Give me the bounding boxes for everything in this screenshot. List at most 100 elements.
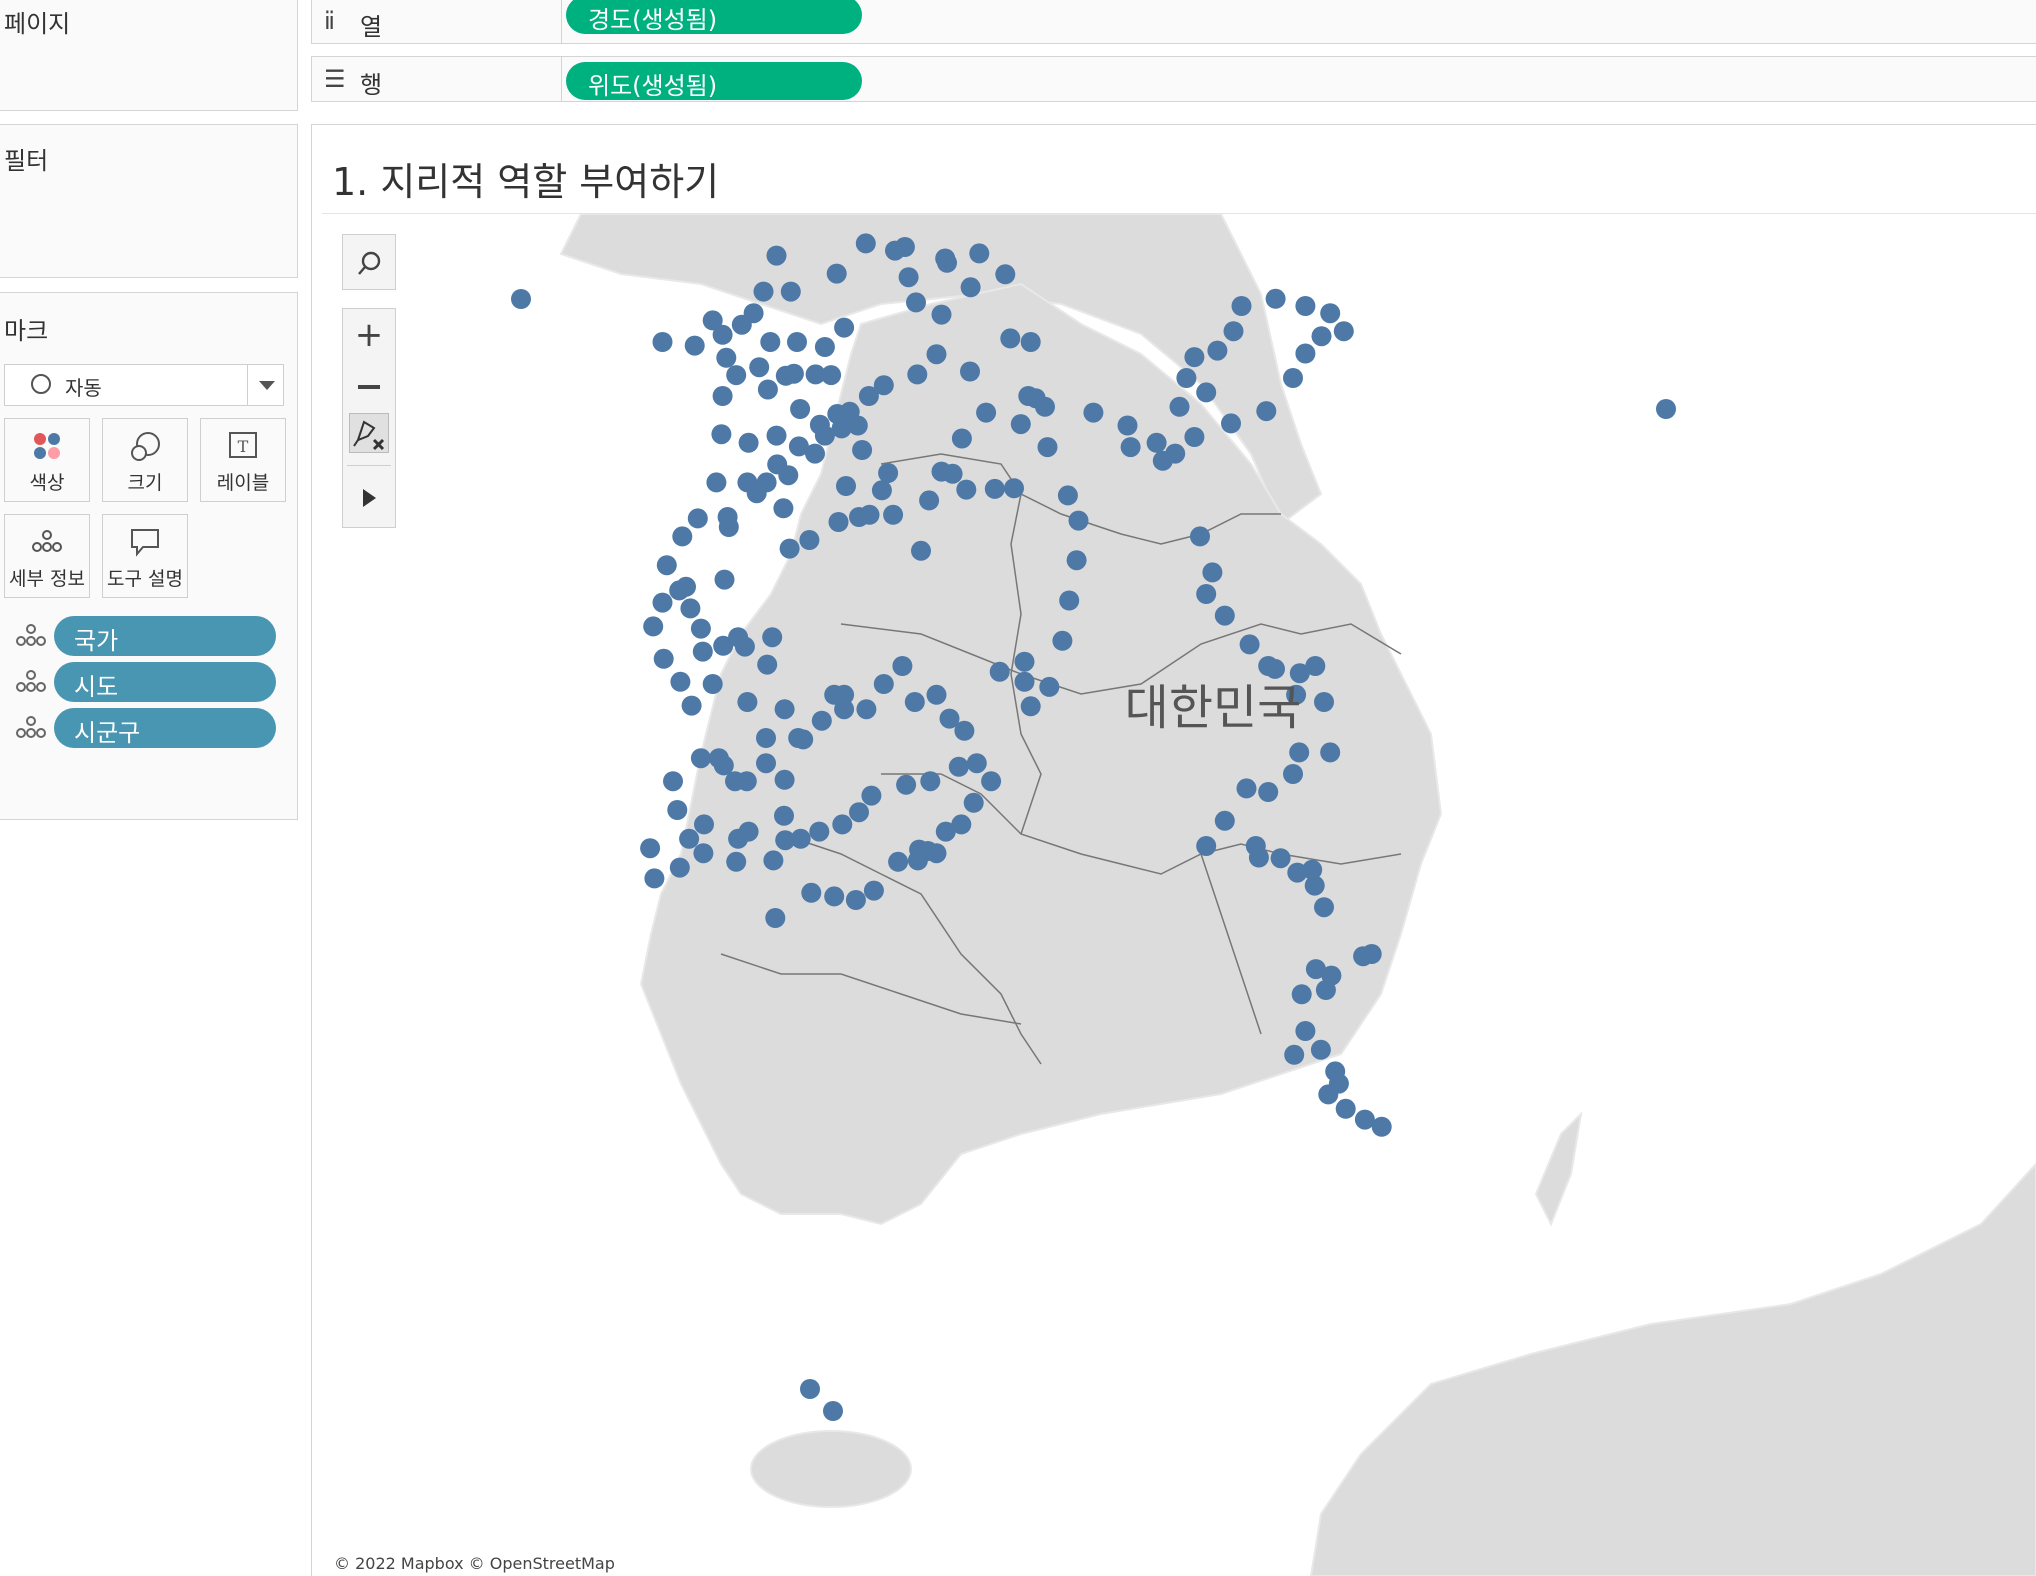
map-mark-point[interactable] (762, 627, 783, 648)
map-mark-point[interactable] (805, 364, 826, 385)
map-mark-point[interactable] (756, 728, 776, 748)
map-mark-point[interactable] (809, 821, 830, 842)
map-mark-point[interactable] (976, 402, 997, 423)
map-mark-point[interactable] (1014, 651, 1035, 672)
map-mark-point[interactable] (960, 277, 981, 298)
map-mark-point[interactable] (718, 517, 739, 537)
map-mark-point[interactable] (1283, 764, 1303, 784)
map-mark-point[interactable] (834, 699, 855, 720)
map-mark-point[interactable] (1214, 810, 1235, 831)
map-mark-point[interactable] (790, 399, 811, 419)
map-mark-point[interactable] (799, 530, 820, 550)
map-mark-point[interactable] (1020, 696, 1041, 717)
map-mark-point[interactable] (907, 364, 928, 385)
map-mark-point[interactable] (1176, 368, 1197, 388)
map-mark-point[interactable] (670, 671, 691, 692)
map-mark-point[interactable] (856, 699, 877, 720)
map-mark-point[interactable] (669, 857, 690, 878)
map-mark-point[interactable] (834, 317, 855, 338)
map-mark-point[interactable] (711, 424, 732, 445)
map-mark-point[interactable] (1184, 347, 1205, 368)
map-mark-point[interactable] (1236, 778, 1257, 799)
map-mark-point[interactable] (725, 771, 745, 792)
map-mark-point[interactable] (766, 245, 787, 266)
map-mark-point[interactable] (692, 641, 713, 662)
map-mark-point[interactable] (906, 292, 926, 313)
map-mark-point[interactable] (981, 771, 1002, 792)
map-mark-point[interactable] (951, 814, 972, 835)
map-mark-point[interactable] (779, 538, 800, 559)
map-mark-point[interactable] (800, 1379, 820, 1399)
map-mark-point[interactable] (1196, 382, 1217, 403)
map-mark-point[interactable] (989, 661, 1010, 682)
map-mark-point[interactable] (738, 432, 759, 453)
map-mark-point[interactable] (728, 627, 749, 648)
map-mark-point[interactable] (1207, 340, 1228, 361)
map-mark-point[interactable] (827, 404, 848, 424)
map-mark-point[interactable] (859, 504, 880, 525)
map-mark-point[interactable] (1190, 526, 1210, 547)
map-mark-point[interactable] (726, 365, 747, 386)
map-mark-point[interactable] (1328, 1073, 1349, 1094)
map-mark-point[interactable] (714, 569, 735, 590)
map-mark-point[interactable] (823, 1401, 843, 1421)
map-mark-point[interactable] (948, 756, 969, 777)
map-mark-point[interactable] (845, 890, 866, 910)
map-mark-point[interactable] (1270, 848, 1291, 869)
map-mark-point[interactable] (1295, 343, 1316, 364)
map-mark-point[interactable] (702, 674, 723, 694)
map-mark-point[interactable] (832, 814, 853, 835)
map-mark-point[interactable] (1083, 402, 1104, 423)
map-mark-point[interactable] (885, 240, 905, 261)
map-mark-point[interactable] (995, 264, 1016, 285)
map-mark-point[interactable] (1196, 584, 1217, 604)
map-mark-point[interactable] (793, 729, 814, 750)
mark-type-dropdown[interactable]: 자동 (4, 364, 284, 406)
map-mark-point[interactable] (935, 248, 956, 269)
map-mark-point[interactable] (858, 386, 879, 406)
map-mark-point[interactable] (1284, 1044, 1305, 1065)
map-mark-point[interactable] (676, 576, 696, 597)
map-mark-point[interactable] (956, 479, 977, 500)
map-mark-point[interactable] (883, 504, 904, 525)
map-mark-point[interactable] (1068, 510, 1089, 531)
map-mark-point[interactable] (1239, 634, 1260, 655)
map-mark-point[interactable] (702, 310, 723, 331)
map-mark-point[interactable] (811, 710, 832, 731)
map-mark-point[interactable] (1335, 1098, 1356, 1119)
map-mark-point[interactable] (716, 347, 737, 368)
map-mark-point[interactable] (757, 654, 778, 675)
map-mark-point[interactable] (760, 332, 781, 352)
map-mark-point[interactable] (684, 335, 705, 356)
map-mark-point[interactable] (1020, 332, 1041, 352)
map-mark-point[interactable] (1289, 742, 1310, 763)
map-mark-point[interactable] (1057, 485, 1078, 506)
map-mark-point[interactable] (1010, 414, 1031, 435)
color-button[interactable]: 색상 (4, 418, 90, 502)
map-mark-point[interactable] (1037, 437, 1058, 458)
field-pill-district[interactable]: 시군구 (54, 708, 276, 748)
map-mark-point[interactable] (1305, 959, 1326, 980)
map-mark-point[interactable] (1283, 368, 1303, 388)
map-mark-point[interactable] (1258, 782, 1279, 802)
map-mark-point[interactable] (652, 332, 673, 352)
map-mark-point[interactable] (763, 850, 784, 871)
expand-arrow-icon[interactable] (363, 489, 376, 507)
map-mark-point[interactable] (1295, 1021, 1316, 1041)
map-mark-point[interactable] (644, 868, 665, 889)
map-mark-point[interactable] (640, 838, 661, 859)
map-mark-point[interactable] (960, 361, 980, 382)
map-mark-point[interactable] (873, 674, 894, 694)
map-mark-point[interactable] (774, 699, 795, 720)
map-mark-point[interactable] (1265, 288, 1286, 309)
map-mark-point[interactable] (1320, 742, 1341, 763)
map-mark-point[interactable] (765, 908, 786, 928)
map-mark-point[interactable] (926, 344, 947, 365)
label-button[interactable]: T 레이블 (200, 418, 286, 502)
map-mark-point[interactable] (951, 428, 972, 449)
map-mark-point[interactable] (1291, 984, 1312, 1005)
zoom-in-icon[interactable]: + (343, 313, 395, 357)
map-mark-point[interactable] (814, 337, 835, 357)
map-mark-point[interactable] (1196, 836, 1217, 856)
map-mark-point[interactable] (1202, 562, 1223, 583)
